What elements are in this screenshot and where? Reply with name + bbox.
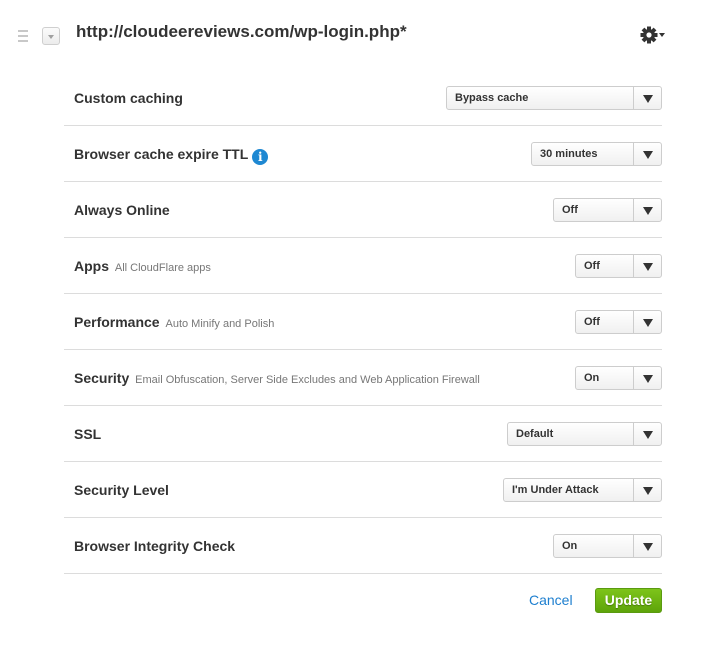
setting-name: Browser cache expire TTL (74, 146, 249, 162)
dropdown-arrow-icon (633, 423, 661, 445)
dropdown-arrow-icon (633, 87, 661, 109)
setting-name: Apps (74, 258, 109, 274)
collapse-button[interactable] (42, 27, 60, 45)
update-button[interactable]: Update (595, 588, 662, 613)
setting-label: SSL (74, 426, 101, 442)
browser-cache-ttl-select[interactable]: 30 minutes (531, 142, 662, 166)
custom-caching-select[interactable]: Bypass cache (446, 86, 662, 110)
select-value: Off (584, 316, 600, 328)
dropdown-arrow-icon (633, 367, 661, 389)
select-value: On (584, 372, 600, 384)
dropdown-arrow-icon (633, 311, 661, 333)
dropdown-arrow-icon (633, 143, 661, 165)
setting-name: Custom caching (74, 90, 183, 106)
settings-menu-button[interactable] (640, 26, 666, 44)
security-level-select[interactable]: I'm Under Attack (503, 478, 662, 502)
select-value: Bypass cache (455, 92, 529, 104)
select-value: Off (562, 204, 578, 216)
setting-label: Security Level (74, 482, 169, 498)
dropdown-arrow-icon (633, 479, 661, 501)
setting-row-security: Security Email Obfuscation, Server Side … (64, 350, 662, 406)
setting-row-browser-cache-ttl: Browser cache expire TTL i 30 minutes (64, 126, 662, 182)
setting-row-ssl: SSL Default (64, 406, 662, 462)
select-value: 30 minutes (540, 148, 598, 160)
setting-name: SSL (74, 426, 102, 442)
setting-label: Security Email Obfuscation, Server Side … (74, 370, 480, 386)
setting-name: Security Level (74, 482, 169, 498)
select-value: Off (584, 260, 600, 272)
gear-icon (640, 26, 665, 44)
settings-list: Custom caching Bypass cache Browser cach… (64, 70, 662, 574)
browser-integrity-check-select[interactable]: On (553, 534, 662, 558)
setting-description: All CloudFlare apps (114, 262, 211, 274)
dropdown-arrow-icon (633, 535, 661, 557)
info-icon[interactable]: i (252, 149, 269, 165)
setting-name: Always Online (74, 202, 170, 218)
select-value: I'm Under Attack (512, 484, 599, 496)
drag-handle-icon[interactable] (18, 30, 28, 44)
always-online-select[interactable]: Off (553, 198, 662, 222)
setting-row-custom-caching: Custom caching Bypass cache (64, 70, 662, 126)
setting-row-apps: Apps All CloudFlare apps Off (64, 238, 662, 294)
page-rule-url: http://cloudeereviews.com/wp-login.php* (76, 22, 407, 41)
ssl-select[interactable]: Default (507, 422, 662, 446)
setting-row-security-level: Security Level I'm Under Attack (64, 462, 662, 518)
dropdown-arrow-icon (633, 255, 661, 277)
setting-label: Always Online (74, 202, 170, 218)
setting-name: Browser Integrity Check (74, 538, 236, 554)
setting-name: Security (74, 370, 130, 386)
setting-row-performance: Performance Auto Minify and Polish Off (64, 294, 662, 350)
setting-description: Email Obfuscation, Server Side Excludes … (135, 374, 480, 386)
setting-label: Browser cache expire TTL i (74, 146, 269, 165)
select-value: On (562, 540, 578, 552)
dropdown-arrow-icon (633, 199, 661, 221)
setting-label: Browser Integrity Check (74, 538, 235, 554)
setting-label: Apps All CloudFlare apps (74, 258, 211, 274)
cancel-link[interactable]: Cancel (529, 592, 573, 608)
setting-label: Custom caching (74, 90, 183, 106)
setting-row-always-online: Always Online Off (64, 182, 662, 238)
setting-label: Performance Auto Minify and Polish (74, 314, 274, 330)
security-select[interactable]: On (575, 366, 662, 390)
performance-select[interactable]: Off (575, 310, 662, 334)
caret-down-icon (659, 33, 665, 37)
setting-description: Auto Minify and Polish (165, 318, 275, 330)
select-value: Default (516, 428, 554, 440)
setting-row-browser-integrity-check: Browser Integrity Check On (64, 518, 662, 574)
apps-select[interactable]: Off (575, 254, 662, 278)
setting-name: Performance (74, 314, 160, 330)
